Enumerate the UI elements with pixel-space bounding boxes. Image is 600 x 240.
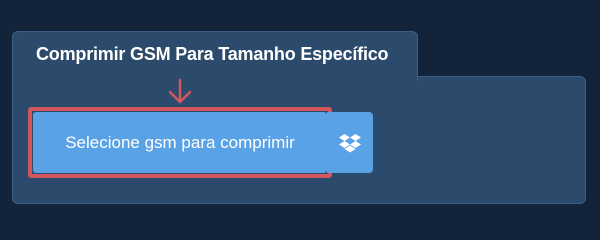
select-file-button[interactable]: Selecione gsm para comprimir	[33, 112, 327, 173]
tab-panel-joint	[13, 74, 417, 80]
tab-title: Comprimir GSM Para Tamanho Específico	[36, 44, 389, 64]
select-file-label: Selecione gsm para comprimir	[65, 132, 295, 152]
dropbox-button[interactable]	[327, 112, 373, 173]
dropbox-icon	[339, 133, 361, 152]
arrow-down-icon	[168, 78, 192, 104]
